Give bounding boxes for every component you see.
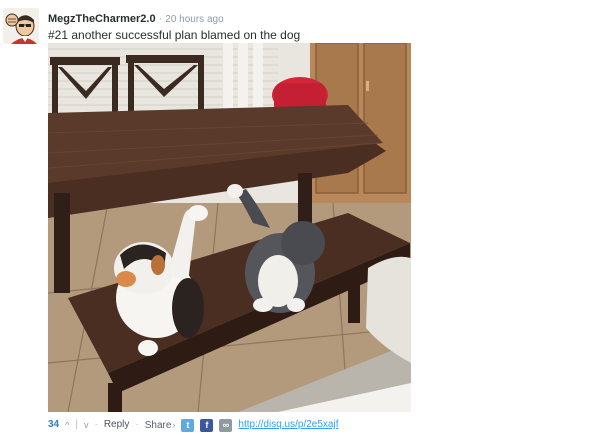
- header-separator: ·: [158, 13, 163, 25]
- cartoon-fist-avatar-icon: [3, 8, 39, 44]
- comment-timestamp[interactable]: 20 hours ago: [165, 14, 223, 25]
- comment-message: #21 another successful plan blamed on th…: [48, 28, 301, 42]
- downvote-button[interactable]: v: [84, 418, 89, 432]
- share-button[interactable]: Share›: [145, 418, 176, 433]
- comment-footer: 34 ^ | v · Reply · Share› t f ∞ http://d…: [48, 418, 339, 432]
- permalink-link[interactable]: http://disq.us/p/2e5xajf: [238, 418, 338, 432]
- username-link[interactable]: MegzTheCharmer2.0: [48, 13, 156, 25]
- vote-divider: |: [75, 419, 78, 430]
- cats-on-bench-photo-icon: [47, 42, 412, 413]
- reply-button[interactable]: Reply: [104, 418, 130, 432]
- upvote-button[interactable]: ^: [65, 418, 69, 432]
- link-icon[interactable]: ∞: [219, 418, 233, 432]
- comment-header: MegzTheCharmer2.0 · 20 hours ago: [48, 12, 224, 27]
- footer-dot-1: ·: [94, 419, 98, 430]
- vote-count: 34: [48, 419, 60, 430]
- footer-dot-2: ·: [135, 419, 139, 430]
- chevron-right-icon: ›: [172, 419, 176, 430]
- twitter-share-icon[interactable]: t: [181, 418, 195, 432]
- facebook-share-icon[interactable]: f: [200, 418, 214, 432]
- share-label: Share: [144, 419, 172, 431]
- user-avatar[interactable]: [3, 8, 39, 44]
- comment-photo[interactable]: [47, 42, 412, 413]
